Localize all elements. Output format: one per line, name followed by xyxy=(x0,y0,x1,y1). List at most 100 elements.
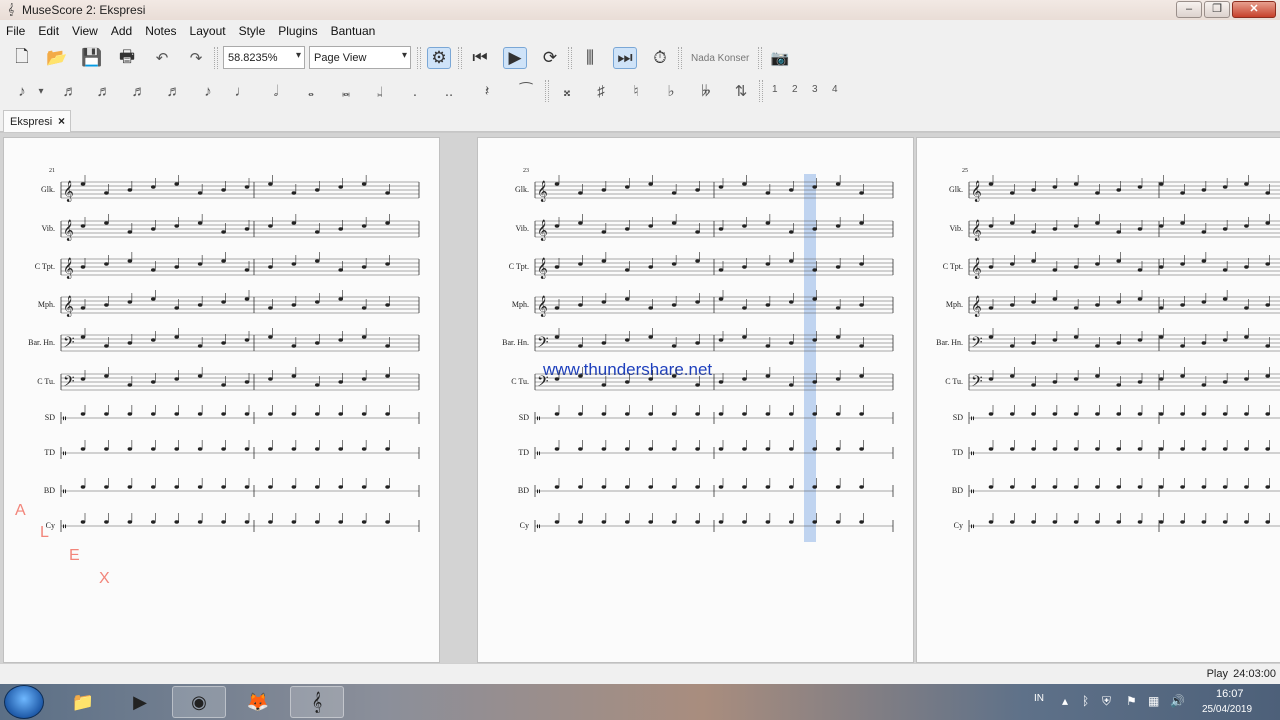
notehead xyxy=(385,344,390,348)
security-icon[interactable]: ⛨ xyxy=(1102,694,1111,709)
clock-date[interactable]: 25/04/2019 xyxy=(1202,704,1252,715)
notehead xyxy=(765,262,771,266)
score-page-1[interactable]: 21 Glk. Vib. C Tpt. Mph. Bar. Hn. C Tu. SD TD BD… xyxy=(3,137,440,663)
clef: 𝄥 xyxy=(537,487,540,498)
concert-pitch-toggle[interactable]: Nada Konser xyxy=(691,53,749,64)
zoom-combobox[interactable]: 58.8235% ▾ xyxy=(223,46,305,69)
notehead xyxy=(859,221,864,225)
start-button[interactable] xyxy=(4,685,44,719)
score-page-2[interactable]: 23 www.thundershare.net Glk. Vib. C Tpt. Mp… xyxy=(477,137,914,663)
menu-plugins[interactable]: Plugins xyxy=(278,24,317,38)
flat-icon[interactable]: ♭ xyxy=(659,80,683,102)
duration-quarter-icon[interactable]: ♩ xyxy=(230,80,254,102)
show-hidden-icons-icon[interactable]: ▴ xyxy=(1062,694,1068,708)
play-icon[interactable]: ▶ xyxy=(503,47,527,69)
staff: 𝄥 xyxy=(60,478,420,498)
rewind-icon[interactable]: ⏮ xyxy=(468,47,492,69)
notehead xyxy=(718,380,724,384)
maximize-button[interactable]: ❐ xyxy=(1204,1,1230,18)
notehead xyxy=(812,447,818,451)
notification-flag-icon[interactable]: ⚑ xyxy=(1126,694,1137,708)
chrome-icon[interactable]: ◉ xyxy=(172,686,226,718)
notehead xyxy=(338,297,344,301)
zoom-value: 58.8235% xyxy=(228,51,278,64)
voice-1-button[interactable]: 1 xyxy=(772,84,778,95)
firefox-icon[interactable]: 🦊 xyxy=(231,686,285,718)
tie-icon[interactable]: ⁀ xyxy=(514,80,538,102)
note-input-mode-icon[interactable]: ♪ xyxy=(10,80,34,102)
menu-style[interactable]: Style xyxy=(239,24,266,38)
close-button[interactable]: ✕ xyxy=(1232,1,1276,18)
notehead xyxy=(765,303,771,307)
duration-eighth-icon[interactable]: ♪ xyxy=(196,80,220,102)
loop-icon[interactable]: ⟳ xyxy=(538,47,562,69)
staff-system[interactable]: 𝄞 𝄞 𝄞 𝄞 𝄢 𝄢 𝄥 𝄥 𝄥 𝄥 xyxy=(478,138,914,558)
voice-4-button[interactable]: 4 xyxy=(832,84,838,95)
duration-whole-icon[interactable]: 𝅝 xyxy=(299,80,323,102)
menu-layout[interactable]: Layout xyxy=(190,24,226,38)
sharp-icon[interactable]: ♯ xyxy=(589,80,613,102)
voice-3-button[interactable]: 3 xyxy=(812,84,818,95)
duration-breve-icon[interactable]: 𝅜 xyxy=(334,80,358,102)
double-flat-icon[interactable]: 𝄫 xyxy=(694,80,718,102)
notehead xyxy=(601,188,607,192)
camera-icon[interactable]: 📷 xyxy=(768,47,792,69)
rest-icon[interactable]: 𝄽 xyxy=(475,80,499,102)
double-dot-icon[interactable]: .. xyxy=(437,80,461,102)
language-indicator[interactable]: IN xyxy=(1034,693,1044,704)
open-folder-icon[interactable]: 📂 xyxy=(45,47,69,69)
score-canvas[interactable]: 21 Glk. Vib. C Tpt. Mph. Bar. Hn. C Tu. SD TD BD… xyxy=(0,133,1280,663)
duration-half-icon[interactable]: 𝅗𝅥 xyxy=(264,80,288,102)
volume-icon[interactable]: 🔊 xyxy=(1170,694,1185,708)
notehead xyxy=(291,262,297,266)
duration-64th-icon[interactable]: ♬ xyxy=(92,80,116,102)
play-repeats-icon[interactable]: ⏭ xyxy=(613,47,637,69)
media-player-icon[interactable]: ▶ xyxy=(113,686,167,718)
duration-128th-icon[interactable]: ♬ xyxy=(58,80,82,102)
redo-icon[interactable]: ↷ xyxy=(184,47,208,69)
menu-edit[interactable]: Edit xyxy=(38,24,59,38)
new-score-icon[interactable]: 🗋 xyxy=(10,47,34,69)
notehead xyxy=(150,485,156,489)
network-icon[interactable]: ▦ xyxy=(1148,694,1159,708)
print-icon[interactable]: 🖶 xyxy=(115,47,139,69)
voice-2-button[interactable]: 2 xyxy=(792,84,798,95)
staff-system[interactable]: 𝄞 𝄞 𝄞 𝄞 𝄢 𝄢 𝄥 𝄥 𝄥 𝄥 xyxy=(4,138,440,558)
score-page-3[interactable]: 25 Glk. Vib. C Tpt. Mph. Bar. Hn. C Tu. SD TD BD… xyxy=(916,137,1280,663)
menu-view[interactable]: View xyxy=(72,24,98,38)
notehead xyxy=(338,268,344,272)
menu-notes[interactable]: Notes xyxy=(145,24,176,38)
menu-add[interactable]: Add xyxy=(111,24,132,38)
notehead xyxy=(1137,227,1143,231)
notehead xyxy=(291,412,297,416)
close-icon[interactable]: × xyxy=(58,114,65,128)
musescore-taskbar-icon[interactable]: 𝄞 xyxy=(290,686,344,718)
file-explorer-icon[interactable]: 📁 xyxy=(56,686,110,718)
minimize-button[interactable]: ‒ xyxy=(1176,1,1202,18)
notehead xyxy=(1180,262,1185,266)
undo-icon[interactable]: ↶ xyxy=(150,47,174,69)
duration-32nd-icon[interactable]: ♬ xyxy=(127,80,151,102)
save-icon[interactable]: 💾 xyxy=(80,47,104,69)
view-mode-select[interactable]: Page View ▾ xyxy=(309,46,411,69)
flip-direction-icon[interactable]: ⇅ xyxy=(729,80,753,102)
tab-ekspresi[interactable]: Ekspresi × xyxy=(3,110,71,132)
augmentation-dot-icon[interactable]: . xyxy=(403,80,427,102)
duration-16th-icon[interactable]: ♬ xyxy=(162,80,186,102)
duration-longa-icon[interactable]: 𝆷 xyxy=(368,80,392,102)
menu-help[interactable]: Bantuan xyxy=(331,24,376,38)
chevron-down-icon[interactable]: ▾ xyxy=(34,80,48,102)
clock-time[interactable]: 16:07 xyxy=(1216,688,1244,700)
staff-system[interactable]: 𝄞 𝄞 𝄞 𝄞 𝄢 𝄢 𝄥 𝄥 𝄥 𝄥 xyxy=(917,138,1280,558)
loop-section-icon[interactable]: ⫼ xyxy=(578,47,602,69)
bluetooth-icon[interactable]: ᛒ xyxy=(1082,694,1089,708)
menu-file[interactable]: File xyxy=(6,24,25,38)
notehead xyxy=(835,265,841,269)
notehead xyxy=(150,185,156,189)
notehead xyxy=(244,185,250,189)
double-sharp-icon[interactable]: 𝄪 xyxy=(555,80,579,102)
metronome-icon[interactable]: ⏱ xyxy=(648,47,672,69)
notehead xyxy=(1158,265,1164,269)
midi-input-icon[interactable]: ⚙ xyxy=(427,47,451,69)
natural-icon[interactable]: ♮ xyxy=(624,80,648,102)
